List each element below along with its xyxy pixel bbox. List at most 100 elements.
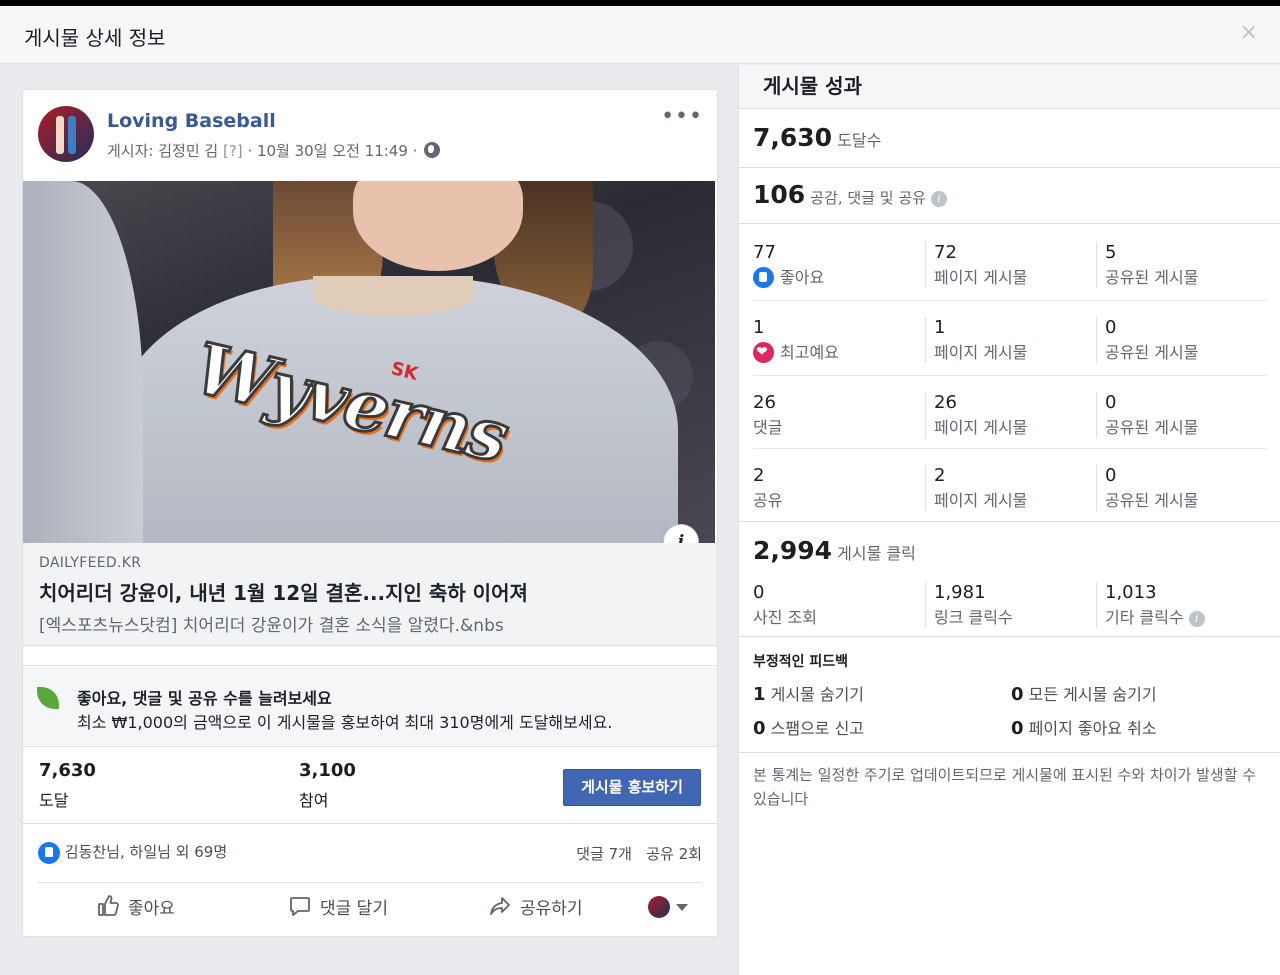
page-avatar[interactable] [38, 106, 94, 162]
shares-page-label: 페이지 게시물 [934, 491, 1028, 510]
spam-report-stat: 0 스팸으로 신고 [753, 715, 864, 739]
love-shared-label: 공유된 게시물 [1105, 343, 1199, 362]
love-page-value: 1 [934, 317, 946, 338]
comments-shared-label: 공유된 게시물 [1105, 418, 1199, 437]
unlike-page-stat: 0 페이지 좋아요 취소 [1011, 715, 1157, 739]
leaf-icon [37, 687, 59, 709]
post-byline: 게시자: 김정민 김 [?] · 10월 30일 오전 11:49 · [107, 140, 441, 161]
comments-page-cell: 26 페이지 게시물 [925, 392, 1096, 438]
more-options-icon[interactable]: ••• [661, 104, 703, 129]
likes-label: 좋아요 [780, 268, 825, 287]
negative-feedback-title: 부정적인 피드백 [753, 654, 849, 670]
engagement-value: 3,100 [299, 760, 356, 781]
thumbs-up-icon [96, 894, 120, 918]
share-icon [488, 894, 512, 918]
reach-total-label: 도달수 [837, 131, 882, 150]
post-card: Loving Baseball 게시자: 김정민 김 [?] · 10월 30일… [22, 89, 718, 937]
love-reaction-icon [753, 342, 774, 363]
engagement-total-label: 공감, 댓글 및 공유 [810, 189, 926, 207]
love-page-cell: 1 페이지 게시물 [925, 317, 1096, 363]
share-label: 공유하기 [520, 899, 583, 919]
reactors-link[interactable]: 김동찬님, 하일님 외 69명 [38, 841, 227, 864]
share-button[interactable]: 공유하기 [488, 894, 583, 919]
hide-post-stat: 1 게시물 숨기기 [753, 681, 864, 705]
comment-share-counts[interactable]: 댓글 7개 공유 2회 [576, 843, 702, 864]
other-clicks-label: 기타 클릭수 [1105, 608, 1184, 627]
likes-value: 77 [753, 242, 776, 263]
like-reaction-icon [38, 841, 60, 864]
love-value: 1 [753, 317, 765, 338]
shares-page-value: 2 [934, 465, 946, 486]
like-button[interactable]: 좋아요 [96, 894, 175, 919]
other-clicks-cell: 1,013 기타 클릭수 i [1096, 582, 1267, 628]
page-name-link[interactable]: Loving Baseball [107, 110, 276, 132]
post-actions: 좋아요 댓글 달기 공유하기 [38, 884, 702, 934]
stats-note: 본 통계는 일정한 주기로 업데이트되므로 게시물에 표시된 수와 차이가 발생… [753, 766, 1257, 808]
byline-help[interactable]: [?] [223, 142, 243, 160]
shares-label: 공유 [753, 491, 783, 510]
shares-shared-label: 공유된 게시물 [1105, 491, 1199, 510]
clicks-section: 2,994 게시물 클릭 0 사진 조회 1,981 링크 클릭수 1,013 … [739, 522, 1280, 637]
comments-shared-cell: 0 공유된 게시물 [1096, 392, 1267, 438]
promote-post-button[interactable]: 게시물 홍보하기 [563, 769, 701, 806]
like-reaction-icon [753, 267, 774, 288]
post-image[interactable]: SK Wyverns [23, 181, 715, 543]
byline-time[interactable]: · 10월 30일 오전 11:49 · [247, 142, 417, 160]
likes-shared-cell: 5 공유된 게시물 [1096, 242, 1267, 288]
likes-page-value: 72 [934, 242, 957, 263]
clicks-total-label: 게시물 클릭 [837, 544, 916, 563]
performance-header: 게시물 성과 [739, 65, 1280, 109]
comments-shared-value: 0 [1105, 392, 1117, 413]
engagement-stat: 3,100 참여 [299, 760, 356, 811]
clicks-total: 2,994 [753, 536, 833, 565]
caret-down-icon [676, 903, 688, 911]
page-avatar-small [648, 896, 670, 918]
engagement-breakdown: 77 좋아요 72 페이지 게시물 5 공유된 게시물 1 최고예요 1 페이지… [739, 224, 1280, 522]
likes-page-cell: 72 페이지 게시물 [925, 242, 1096, 288]
hide-post-value: 1 [753, 684, 766, 705]
link-clicks-label: 링크 클릭수 [934, 608, 1013, 627]
hide-all-value: 0 [1011, 684, 1024, 705]
shares-cell: 2 공유 [753, 465, 924, 511]
unlike-page-value: 0 [1011, 718, 1024, 739]
info-icon[interactable]: i [1188, 611, 1205, 627]
performance-title: 게시물 성과 [763, 74, 862, 98]
unlike-page-label: 페이지 좋아요 취소 [1028, 719, 1157, 738]
divider [753, 448, 1267, 449]
divider [23, 648, 717, 666]
performance-panel: 게시물 성과 7,630 도달수 106 공감, 댓글 및 공유 i 77 좋아… [738, 65, 1280, 975]
spam-report-label: 스팸으로 신고 [770, 719, 865, 738]
reach-section: 7,630 도달수 [739, 110, 1280, 168]
engagement-section: 106 공감, 댓글 및 공유 i [739, 168, 1280, 224]
like-label: 좋아요 [128, 899, 175, 919]
dialog-title: 게시물 상세 정보 [24, 26, 166, 50]
comment-label: 댓글 달기 [320, 899, 388, 919]
shares-shared-value: 0 [1105, 465, 1117, 486]
love-shared-value: 0 [1105, 317, 1117, 338]
link-preview[interactable]: DAILYFEED.KR 치어리더 강윤이, 내년 1월 12일 결혼...지인… [23, 543, 717, 646]
reactors-text[interactable]: 김동찬님, 하일님 외 69명 [65, 843, 227, 861]
comments-page-label: 페이지 게시물 [934, 418, 1028, 437]
photo-views-value: 0 [753, 582, 765, 603]
post-panel: Loving Baseball 게시자: 김정민 김 [?] · 10월 30일… [0, 65, 738, 975]
comments-value: 26 [753, 392, 776, 413]
link-headline[interactable]: 치어리더 강윤이, 내년 1월 12일 결혼...지인 축하 이어져 [39, 577, 528, 606]
page-selector[interactable] [648, 896, 688, 918]
link-clicks-cell: 1,981 링크 클릭수 [925, 582, 1096, 628]
info-icon[interactable]: i [931, 191, 948, 207]
love-cell: 1 최고예요 [753, 317, 924, 363]
comment-icon [288, 894, 312, 918]
love-page-label: 페이지 게시물 [934, 343, 1028, 362]
comment-button[interactable]: 댓글 달기 [288, 894, 388, 919]
reach-stat: 7,630 도달 [39, 760, 96, 811]
shares-page-cell: 2 페이지 게시물 [925, 465, 1096, 511]
boost-text: 최소 ₩1,000의 금액으로 이 게시물을 홍보하여 최대 310명에게 도달… [77, 713, 613, 732]
close-icon[interactable]: × [1240, 20, 1258, 45]
comments-page-value: 26 [934, 392, 957, 413]
reach-value: 7,630 [39, 760, 96, 781]
likes-page-label: 페이지 게시물 [934, 268, 1028, 287]
post-stats-row: 7,630 도달 3,100 참여 게시물 홍보하기 [23, 748, 717, 824]
divider [753, 375, 1267, 376]
reach-total: 7,630 [753, 123, 833, 152]
shares-value: 2 [753, 465, 765, 486]
